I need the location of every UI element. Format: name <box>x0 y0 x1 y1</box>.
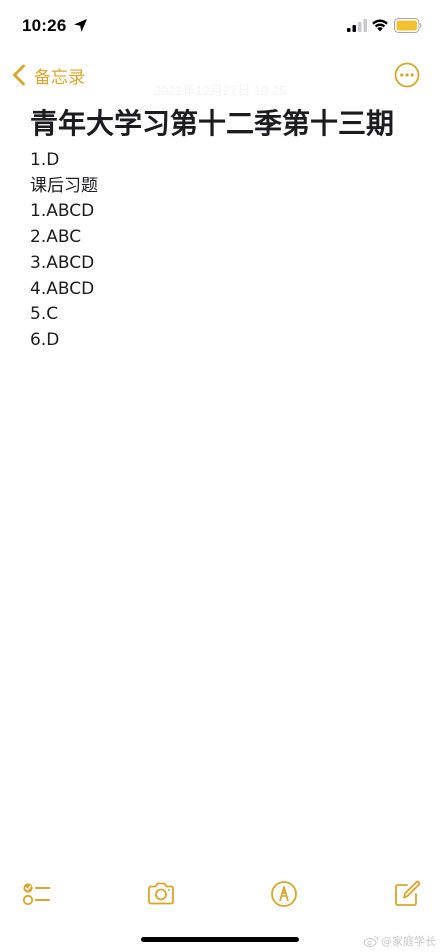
camera-button[interactable] <box>146 880 176 908</box>
note-line: 课后习题 <box>30 175 98 196</box>
note-line: 1.D <box>30 150 60 170</box>
cellular-signal-icon <box>347 19 367 32</box>
bottom-toolbar <box>0 876 440 910</box>
note-title: 青年大学习第十二季第十三期 <box>30 107 395 140</box>
note-line: 6.D <box>30 329 60 350</box>
weibo-logo-icon <box>363 936 379 947</box>
markup-button[interactable] <box>269 880 299 908</box>
camera-icon <box>148 882 174 905</box>
markup-pen-icon <box>271 881 297 907</box>
wifi-icon <box>372 19 388 32</box>
notes-screen: 10:26 备忘录 2021年12月27日 10:25 青年大学习第十二季第十三… <box>0 0 440 952</box>
checklist-icon <box>22 883 50 906</box>
back-to-notes-button[interactable]: 备忘录 <box>12 60 85 90</box>
navigation-bar: 备忘录 2021年12月27日 10:25 <box>0 58 440 98</box>
note-body[interactable]: 青年大学习第十二季第十三期 1.D 课后习题 1.ABCD 2.ABC 3.AB… <box>30 104 410 354</box>
ellipsis-circle-icon[interactable] <box>394 62 420 88</box>
status-time: 10:26 <box>22 16 67 35</box>
chevron-left-icon <box>13 64 25 86</box>
battery-icon <box>394 18 422 33</box>
note-line: 1.ABCD <box>30 201 95 222</box>
watermark-text: @家庭学长 <box>381 935 436 948</box>
compose-icon <box>395 880 421 906</box>
note-line: 5.C <box>30 304 59 325</box>
compose-button[interactable] <box>392 880 422 908</box>
back-button-label: 备忘录 <box>34 67 85 88</box>
watermark: @家庭学长 <box>363 933 436 949</box>
note-line: 3.ABCD <box>30 252 95 273</box>
home-indicator[interactable] <box>141 937 299 942</box>
location-arrow-icon <box>74 19 87 32</box>
checklist-button[interactable] <box>22 880 52 908</box>
note-line: 4.ABCD <box>30 278 95 299</box>
status-bar: 10:26 <box>0 0 440 52</box>
note-line: 2.ABC <box>30 227 82 248</box>
